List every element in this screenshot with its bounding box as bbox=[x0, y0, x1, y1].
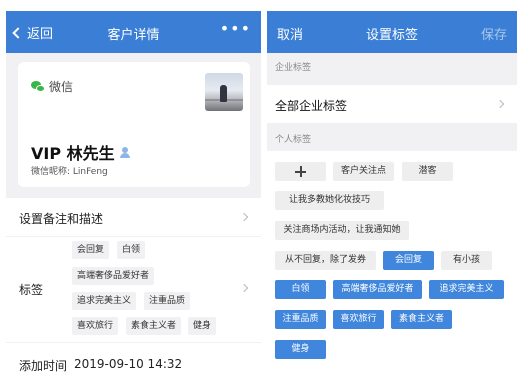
nav-bar: 返回 客户详情 ••• bbox=[6, 11, 261, 53]
avatar[interactable] bbox=[205, 73, 243, 111]
source-label: 微信 bbox=[49, 80, 74, 94]
tag-chip[interactable]: 客户关注点 bbox=[333, 162, 394, 181]
tag-chip-selected[interactable]: 健身 bbox=[275, 340, 326, 359]
tag-chip: 高端奢侈品爱好者 bbox=[72, 267, 155, 285]
tag-chip[interactable]: 潜客 bbox=[402, 162, 453, 181]
tag-chip: 喜欢旅行 bbox=[72, 317, 119, 335]
tag-chip[interactable]: 让我多教她化妆技巧 bbox=[275, 191, 384, 210]
customer-card: 微信 VIP 林先生 微信昵称: LinFeng bbox=[18, 62, 250, 187]
tags-row[interactable]: 标签 会回复 白领 高端奢侈品爱好者 追求完美主义 注重品质 喜欢旅行 素食主义… bbox=[6, 237, 261, 342]
tag-chip[interactable]: 从不回复，除了发券 bbox=[275, 251, 376, 270]
tag-chip[interactable]: 关注商场内活动，让我通知她 bbox=[275, 221, 409, 240]
tag-chip-selected[interactable]: 喜欢旅行 bbox=[333, 310, 384, 329]
personal-tags-header: 个人标签 bbox=[275, 135, 312, 145]
add-tag-button[interactable] bbox=[275, 162, 326, 181]
enterprise-tags-header: 企业标签 bbox=[275, 63, 312, 73]
tag-chip-selected[interactable]: 素食主义者 bbox=[391, 310, 452, 329]
chevron-right-icon bbox=[239, 212, 249, 222]
page-title: 设置标签 bbox=[365, 28, 418, 43]
tag-chip-selected[interactable]: 会回复 bbox=[383, 251, 434, 270]
customer-detail-screen: 返回 客户详情 ••• 微信 VIP 林先生 微信昵称: LinFeng 设置备… bbox=[6, 11, 261, 384]
tag-chip-selected[interactable]: 高端奢侈品爱好者 bbox=[333, 280, 422, 299]
added-time-label: 添加时间 bbox=[19, 359, 68, 373]
remark-row[interactable]: 设置备注和描述 bbox=[6, 198, 261, 236]
tag-chip: 会回复 bbox=[72, 241, 110, 259]
wechat-icon bbox=[31, 80, 46, 93]
source-row: 微信 bbox=[31, 78, 73, 95]
chevron-right-icon bbox=[495, 99, 505, 109]
tag-chip-selected[interactable]: 注重品质 bbox=[275, 310, 326, 329]
tag-chip: 注重品质 bbox=[144, 292, 191, 310]
tag-chip[interactable]: 有小孩 bbox=[441, 251, 492, 270]
customer-name-text: VIP 林先生 bbox=[31, 144, 115, 163]
tag-chip: 追求完美主义 bbox=[72, 292, 137, 310]
all-enterprise-tags-label: 全部企业标签 bbox=[275, 99, 348, 113]
added-time-row: 添加时间 2019-09-10 14:32 bbox=[6, 343, 261, 384]
added-time-value: 2019-09-10 14:32 bbox=[74, 357, 183, 371]
chevron-right-icon bbox=[239, 283, 249, 293]
save-button[interactable]: 保存 bbox=[481, 24, 507, 43]
person-icon bbox=[119, 146, 130, 158]
tag-chip: 素食主义者 bbox=[126, 317, 182, 335]
customer-name: VIP 林先生 bbox=[31, 140, 130, 164]
tags-label: 标签 bbox=[19, 283, 44, 297]
tag-chip-selected[interactable]: 白领 bbox=[275, 280, 326, 299]
personal-tags-area: 客户关注点 潜客 让我多教她化妆技巧 关注商场内活动，让我通知她 从不回复，除了… bbox=[267, 151, 517, 384]
more-icon[interactable]: ••• bbox=[220, 19, 251, 38]
tag-chip-selected[interactable]: 追求完美主义 bbox=[429, 280, 504, 299]
nav-bar: 取消 设置标签 保存 bbox=[267, 11, 517, 53]
tag-chip: 白领 bbox=[117, 241, 146, 259]
remark-label: 设置备注和描述 bbox=[19, 212, 104, 226]
wechat-nickname: 微信昵称: LinFeng bbox=[31, 167, 108, 177]
all-enterprise-tags-row[interactable]: 全部企业标签 bbox=[267, 85, 517, 123]
tag-chip: 健身 bbox=[188, 317, 217, 335]
set-tags-screen: 取消 设置标签 保存 企业标签 全部企业标签 个人标签 客户关注点 潜客 让我多… bbox=[267, 11, 517, 384]
